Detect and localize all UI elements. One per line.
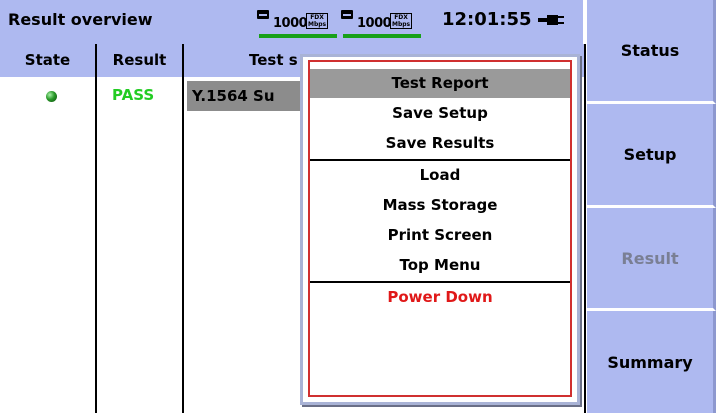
- setup-button[interactable]: Setup: [587, 104, 716, 208]
- column-header-state: State: [0, 44, 95, 77]
- status-button[interactable]: Status: [587, 0, 716, 104]
- result-button[interactable]: Result: [587, 208, 716, 311]
- port-2-duplex: FDX Mbps: [390, 13, 413, 29]
- ethernet-port-icon: [257, 10, 269, 19]
- menu-item-mass-storage[interactable]: Mass Storage: [310, 191, 570, 220]
- port-1-speed: 1000: [273, 16, 308, 31]
- test-name: Y.1564 Su: [192, 87, 275, 105]
- column-result: [97, 77, 182, 413]
- column-state: [0, 77, 95, 413]
- port-2-speed: 1000: [357, 16, 392, 31]
- column-header-result: Result: [97, 44, 182, 77]
- clock: 12:01:55: [442, 9, 532, 30]
- ethernet-port-icon: [341, 10, 353, 19]
- status-header: Result overview 1000 FDX Mbps 1000 FDX Mbp…: [0, 0, 585, 44]
- menu-list: Test Report Save Setup Save Results Load…: [308, 60, 572, 397]
- ac-power-plug-icon: [538, 13, 566, 27]
- summary-button[interactable]: Summary: [587, 311, 716, 413]
- port-1-duplex: FDX Mbps: [306, 13, 329, 29]
- menu-item-save-setup[interactable]: Save Setup: [310, 99, 570, 128]
- port-2-indicator: 1000 FDX Mbps: [341, 8, 426, 38]
- green-led-icon: [46, 91, 57, 102]
- column-divider: [95, 44, 97, 413]
- menu-item-test-report[interactable]: Test Report: [310, 69, 570, 98]
- result-status: PASS: [112, 86, 155, 104]
- main-popup-menu: Test Report Save Setup Save Results Load…: [300, 54, 580, 405]
- port-2-link-led: [343, 34, 421, 38]
- page-title: Result overview: [8, 10, 153, 29]
- menu-item-save-results[interactable]: Save Results: [310, 129, 570, 158]
- column-divider: [182, 44, 184, 413]
- column-divider: [584, 44, 586, 413]
- softkey-sidebar: Status Setup Result Summary: [587, 0, 716, 413]
- port-1-link-led: [259, 34, 337, 38]
- menu-item-load[interactable]: Load: [310, 161, 570, 190]
- menu-item-top-menu[interactable]: Top Menu: [310, 251, 570, 280]
- port-1-indicator: 1000 FDX Mbps: [257, 8, 342, 38]
- menu-item-print-screen[interactable]: Print Screen: [310, 221, 570, 250]
- menu-item-power-down[interactable]: Power Down: [310, 283, 570, 312]
